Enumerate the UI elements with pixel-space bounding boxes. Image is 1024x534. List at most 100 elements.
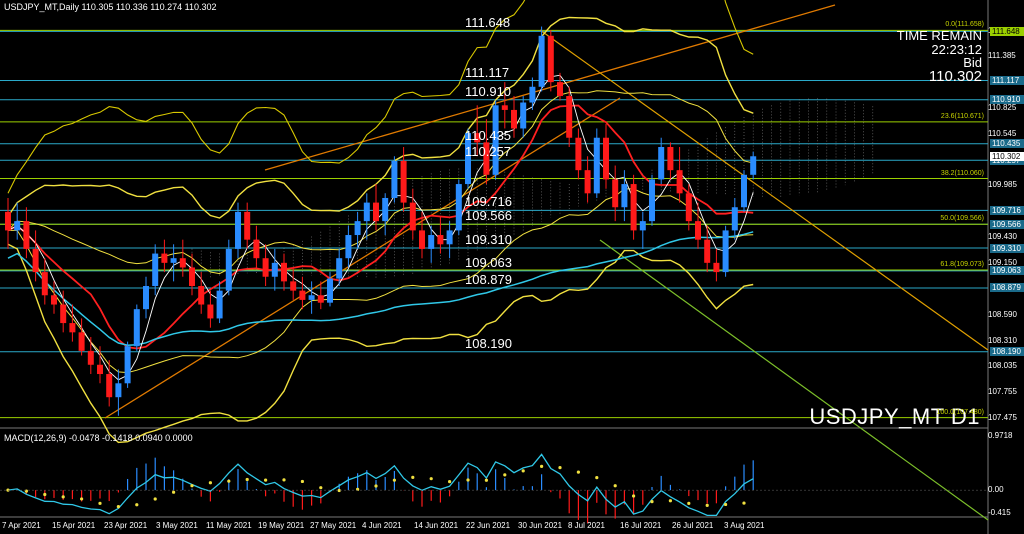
candle-body — [60, 304, 67, 324]
date-tick: 8 Jul 2021 — [568, 521, 605, 530]
price-tick: 109.430 — [988, 231, 1017, 241]
candle-body — [170, 258, 177, 263]
price-tick: 110.545 — [988, 128, 1017, 138]
candle-body — [391, 160, 398, 198]
candle-body — [593, 137, 600, 194]
date-tick: 27 May 2021 — [310, 521, 357, 530]
macd-signal-dot — [650, 500, 654, 504]
fib-label: 23.6(110.671) — [940, 112, 984, 120]
candle-body — [262, 258, 269, 277]
macd-signal-dot — [264, 478, 268, 482]
macd-signal-dot — [337, 488, 341, 493]
candle-body — [685, 193, 692, 222]
macd-signal-dot — [300, 479, 304, 484]
date-tick: 15 Apr 2021 — [52, 521, 96, 530]
price-tick: 109.985 — [988, 180, 1017, 190]
candle-body — [520, 102, 527, 129]
level-price-tag: 108.879 — [990, 283, 1024, 293]
level-label: 110.257 — [465, 144, 512, 160]
level-price-tag: 109.310 — [990, 243, 1024, 253]
price-chart[interactable] — [0, 0, 1024, 534]
macd-signal-dot — [153, 497, 157, 501]
candle-body — [566, 96, 573, 138]
level-label: 110.435 — [465, 127, 512, 143]
level-price-tag: 110.435 — [990, 139, 1024, 149]
current-price-tag: 110.302 — [990, 151, 1024, 161]
macd-signal-dot — [558, 466, 562, 470]
price-tick: 108.310 — [988, 335, 1017, 345]
macd-signal-dot — [392, 478, 396, 482]
symbol-header: USDJPY_MT,Daily 110.305 110.336 110.274 … — [4, 2, 217, 12]
candle-body — [547, 35, 554, 83]
macd-signal-dot — [190, 484, 194, 488]
candle-body — [722, 230, 729, 273]
downtrend-lower — [599, 239, 989, 521]
candle-body — [115, 383, 122, 398]
macd-signal-dot — [43, 492, 47, 497]
macd-signal-dot — [705, 503, 709, 507]
macd-signal-dot — [135, 503, 139, 507]
macd-panel — [0, 453, 988, 524]
price-tick: 107.755 — [988, 387, 1017, 397]
candle-body — [750, 156, 757, 175]
candle-body — [741, 174, 747, 208]
candle-body — [97, 364, 103, 375]
macd-signal-dot — [613, 484, 617, 488]
fib-label: 50.0(109.566) — [940, 215, 984, 223]
candle-body — [575, 137, 582, 171]
candle-body — [133, 309, 140, 347]
date-tick: 7 Apr 2021 — [2, 521, 41, 530]
macd-signal-dot — [227, 479, 231, 483]
level-price-tag: 109.716 — [990, 205, 1024, 215]
date-tick: 22 Jun 2021 — [466, 521, 511, 530]
candle-body — [713, 262, 720, 273]
candle-body — [179, 258, 186, 268]
candle-body — [216, 290, 223, 319]
candle-body — [290, 281, 297, 291]
date-tick: 3 May 2021 — [156, 521, 198, 530]
macd-signal-dot — [98, 501, 102, 505]
candle-body — [308, 295, 315, 300]
candle-body — [630, 184, 637, 231]
candle-body — [382, 197, 389, 222]
macd-signal-dot — [429, 477, 433, 481]
macd-signal-dot — [466, 478, 470, 482]
candle-body — [603, 137, 609, 180]
candle-body — [446, 230, 453, 245]
macd-signal-dot — [80, 497, 84, 501]
date-tick: 11 May 2021 — [206, 521, 252, 530]
candle-body — [198, 286, 205, 305]
candle-body — [69, 323, 76, 333]
candle-body — [529, 86, 536, 103]
candle-body — [41, 272, 48, 296]
candle-body — [78, 332, 85, 351]
candle-body — [124, 346, 131, 384]
macd-signal-dot — [319, 486, 323, 490]
fib-label: 100.0(107.480) — [936, 408, 984, 416]
macd-signal-dot — [116, 505, 120, 509]
level-label: 109.566 — [465, 208, 512, 224]
price-tick: 111.385 — [988, 50, 1016, 60]
date-tick: 23 Apr 2021 — [104, 521, 148, 530]
candle-body — [639, 221, 646, 231]
macd-signal-dot — [61, 495, 65, 499]
candle-body — [400, 160, 407, 203]
candle-body — [281, 262, 287, 282]
macd-signal-dot — [742, 501, 746, 505]
candle-body — [299, 290, 306, 300]
uptrend-support — [104, 97, 621, 419]
macd-signal-dot — [411, 475, 415, 479]
level-label: 109.716 — [465, 194, 512, 210]
uptrend-resistance — [264, 4, 836, 171]
level-label: 108.190 — [465, 335, 512, 351]
candle-body — [23, 221, 30, 249]
macd-signal-dot — [521, 469, 525, 473]
macd-signal-dot — [595, 476, 599, 480]
level-label: 109.310 — [465, 232, 512, 247]
downtrend-upper — [539, 29, 989, 351]
candle-body — [649, 179, 655, 222]
candle-body — [511, 109, 517, 129]
candle-body — [612, 179, 619, 208]
fib-label: 61.8(109.073) — [940, 260, 984, 268]
macd-header: MACD(12,26,9) -0.0478 -0.1418 0.0940 0.0… — [4, 433, 193, 443]
